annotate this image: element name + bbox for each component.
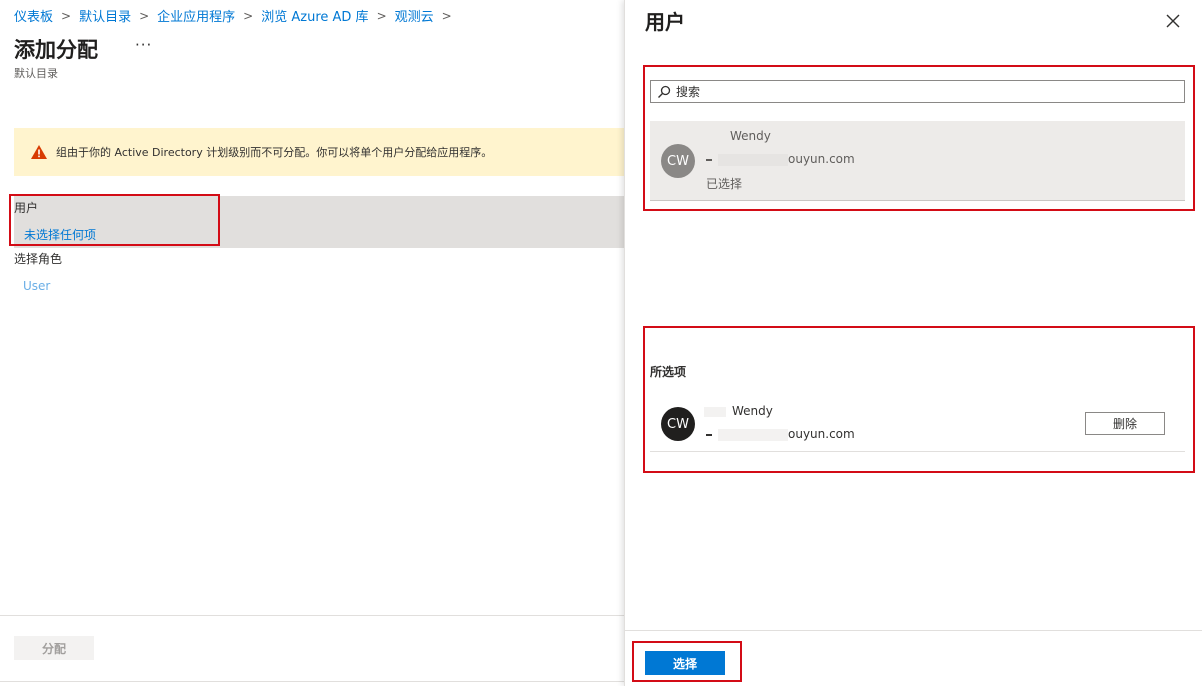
search-box[interactable]: [650, 80, 1185, 103]
users-label: 用户: [14, 201, 39, 215]
breadcrumb-default-directory[interactable]: 默认目录: [79, 6, 131, 25]
result-email-text: ouyun.com: [788, 152, 855, 166]
warning-text: 组由于你的 Active Directory 计划级别而不可分配。你可以将单个用…: [56, 146, 493, 159]
users-panel: 用户 CW Wendy ouyun.com 已选择 所选项 CW Wendy o…: [624, 0, 1202, 686]
result-status: 已选择: [706, 177, 743, 191]
more-options-button[interactable]: ···: [135, 36, 152, 54]
result-user-name: Wendy: [730, 129, 771, 143]
panel-footer-divider: [625, 630, 1202, 631]
selected-user-name: Wendy: [704, 404, 773, 418]
avatar: CW: [661, 407, 695, 441]
breadcrumb-enterprise-apps[interactable]: 企业应用程序: [157, 6, 235, 25]
search-icon: [658, 85, 671, 98]
close-icon[interactable]: [1162, 10, 1184, 32]
warning-banner: 组由于你的 Active Directory 计划级别而不可分配。你可以将单个用…: [14, 128, 624, 176]
users-selector[interactable]: 用户 未选择任何项: [14, 196, 624, 248]
remove-button[interactable]: 删除: [1085, 412, 1165, 435]
warning-icon: [31, 145, 47, 159]
assignment-blade: 仪表板 > 默认目录 > 企业应用程序 > 浏览 Azure AD 库 > 观测…: [0, 0, 624, 686]
select-button[interactable]: 选择: [645, 651, 725, 675]
breadcrumb-separator: >: [243, 8, 254, 23]
breadcrumb-separator: >: [61, 8, 72, 23]
selected-name-text: Wendy: [732, 404, 773, 418]
breadcrumb-app[interactable]: 观测云: [395, 6, 434, 25]
breadcrumb-separator: >: [441, 8, 452, 23]
page-subtitle: 默认目录: [14, 67, 58, 80]
breadcrumb-browse-gallery[interactable]: 浏览 Azure AD 库: [261, 6, 368, 25]
breadcrumb-separator: >: [139, 8, 150, 23]
users-none-selected-link[interactable]: 未选择任何项: [24, 226, 96, 243]
result-user-email: ouyun.com: [706, 152, 855, 166]
breadcrumb-dashboard[interactable]: 仪表板: [14, 6, 53, 25]
search-input[interactable]: [676, 84, 1176, 99]
selected-user-email: ouyun.com: [706, 427, 855, 441]
selected-email-text: ouyun.com: [788, 427, 855, 441]
avatar: CW: [661, 144, 695, 178]
selected-items-title: 所选项: [650, 365, 687, 379]
panel-title: 用户: [645, 10, 685, 34]
page-title: 添加分配: [14, 38, 98, 62]
footer-divider: [0, 615, 624, 616]
search-result-item[interactable]: CW Wendy ouyun.com 已选择: [650, 121, 1185, 201]
role-value-link[interactable]: User: [23, 279, 50, 293]
breadcrumb: 仪表板 > 默认目录 > 企业应用程序 > 浏览 Azure AD 库 > 观测…: [14, 6, 460, 26]
selected-item: CW Wendy ouyun.com 删除: [650, 398, 1185, 452]
assign-button[interactable]: 分配: [14, 636, 94, 660]
breadcrumb-separator: >: [376, 8, 387, 23]
select-role-label: 选择角色: [14, 252, 63, 266]
bottom-divider: [0, 681, 624, 682]
